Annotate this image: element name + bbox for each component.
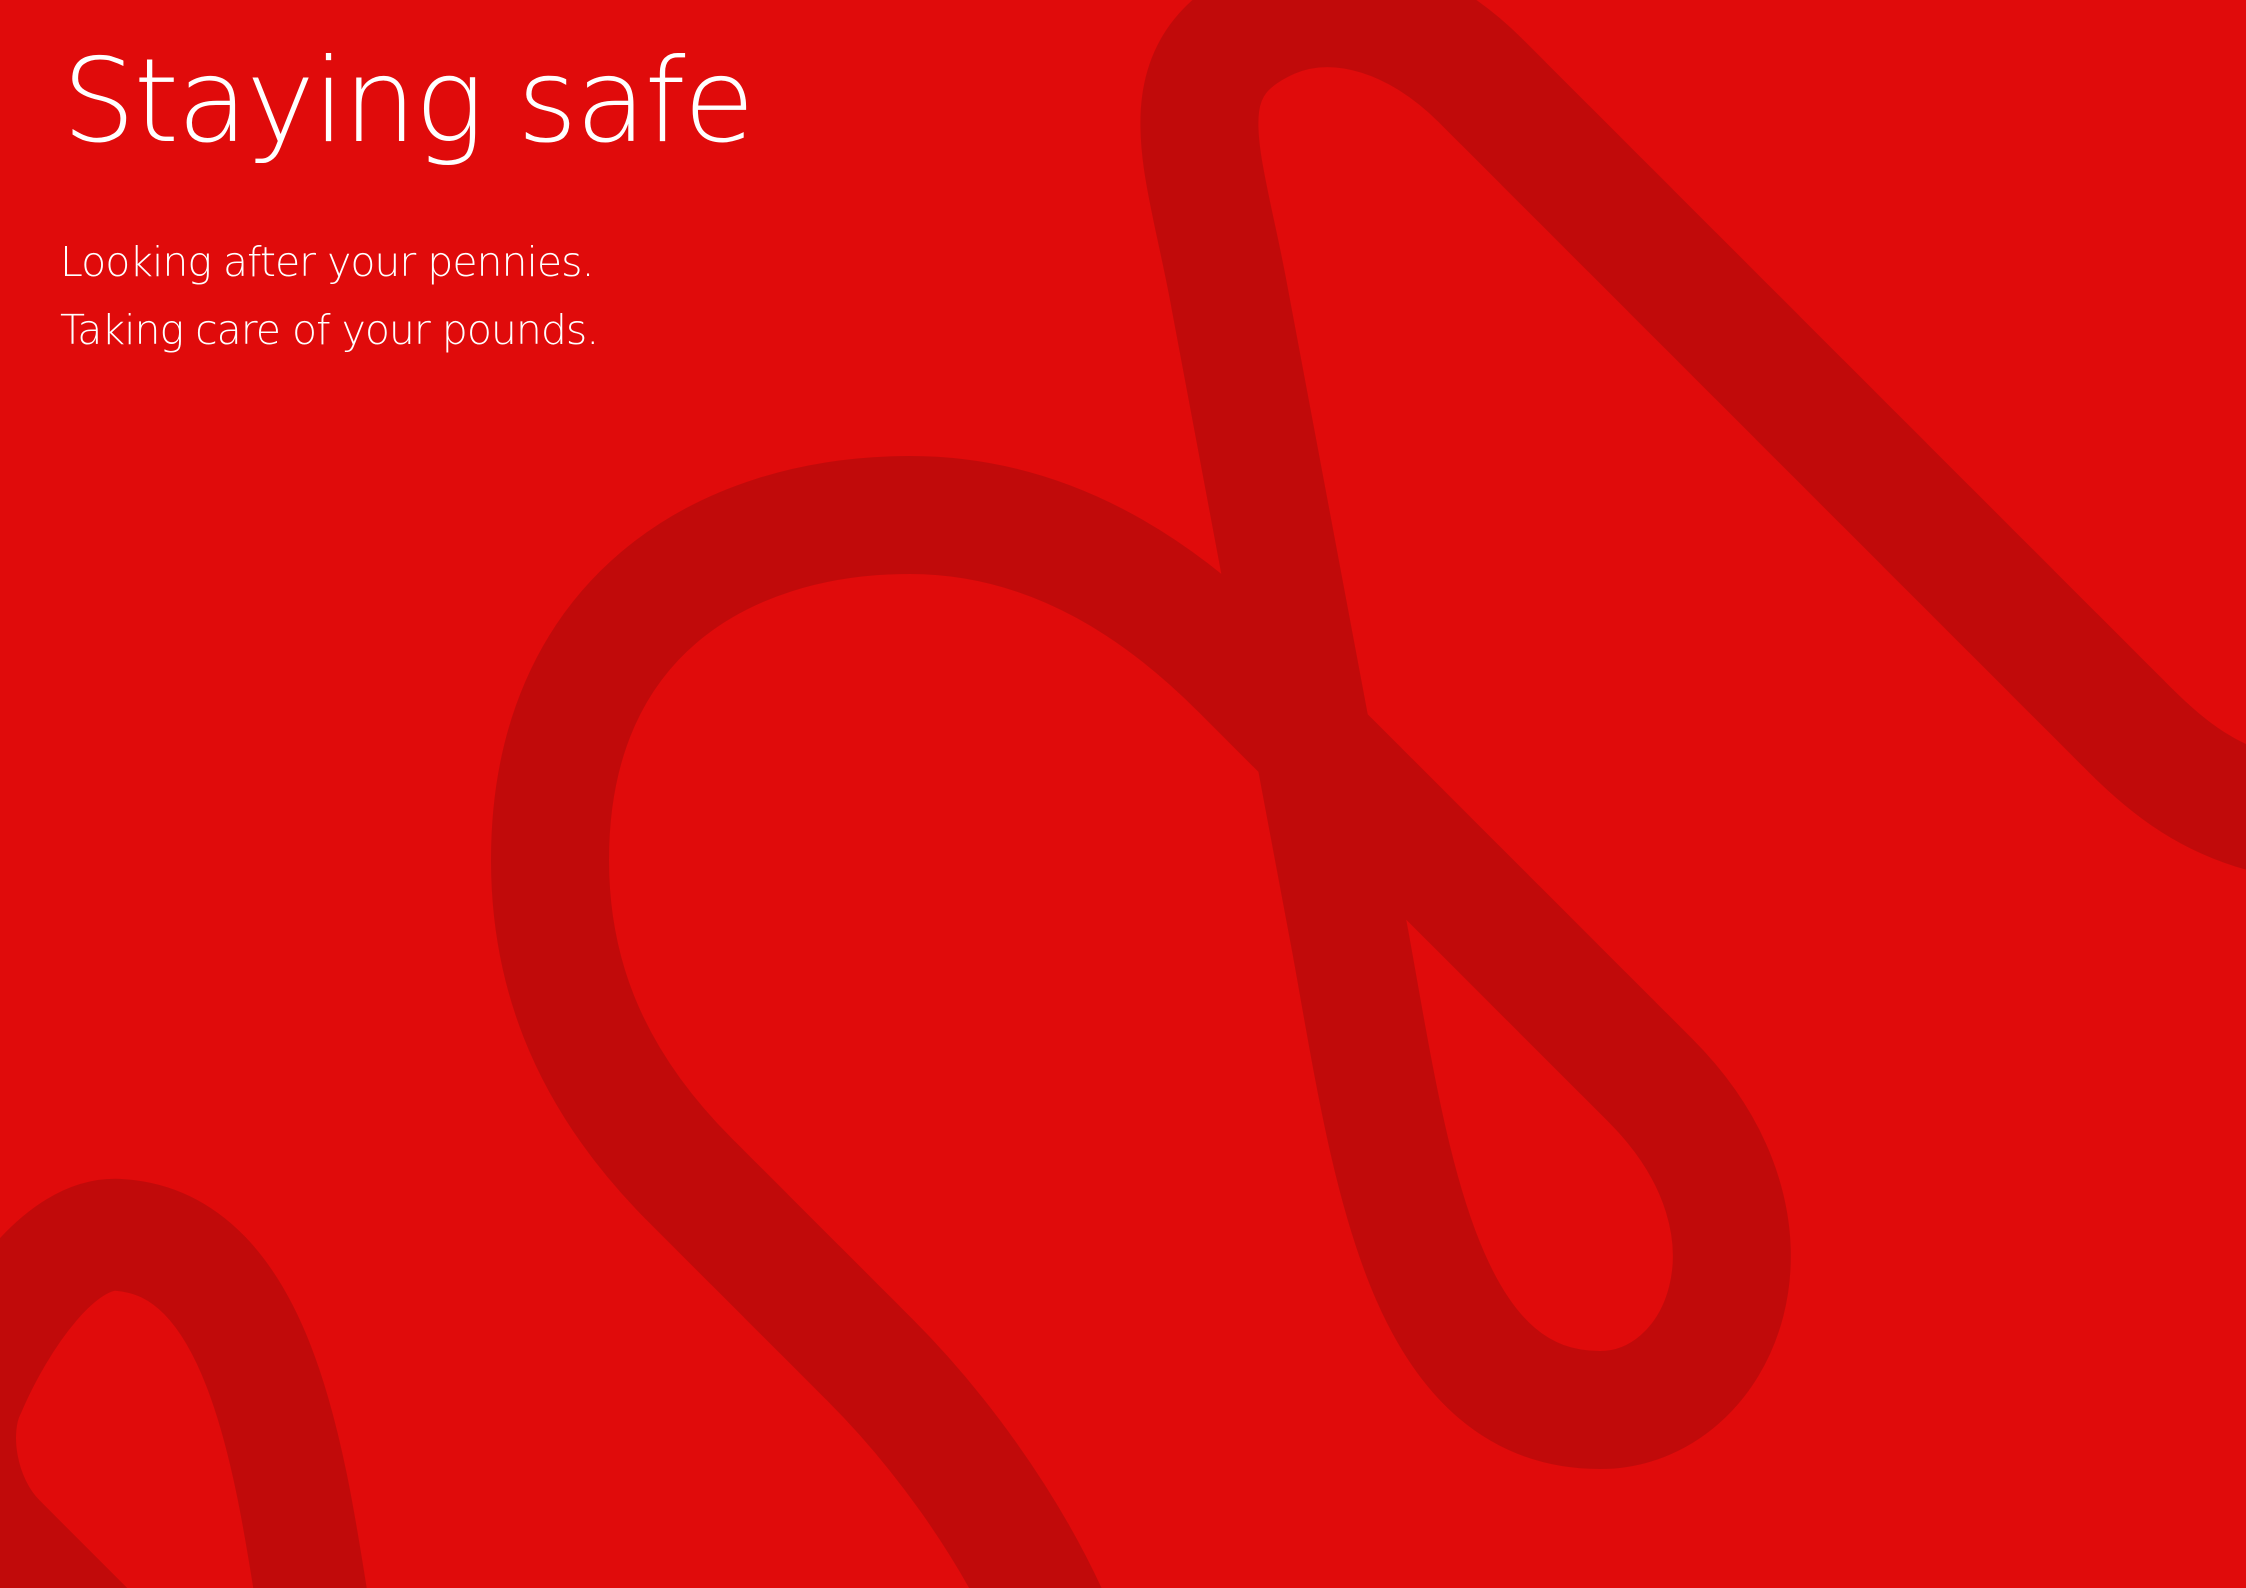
ribbon-loop-main bbox=[491, 0, 2246, 1588]
page-title: Staying safe bbox=[62, 34, 755, 169]
subtitle-line-2: Taking care of your pounds. bbox=[60, 306, 599, 354]
subtitle-line-1: Looking after your pennies. bbox=[60, 238, 595, 286]
ribbon-loop-corner bbox=[0, 1178, 367, 1588]
